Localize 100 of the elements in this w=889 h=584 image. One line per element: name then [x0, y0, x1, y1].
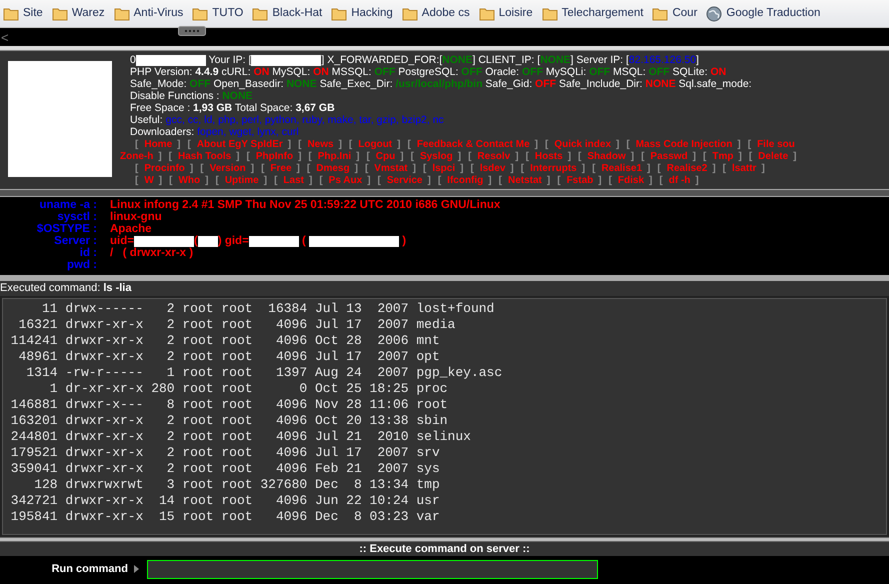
nav-link[interactable]: Quick index [554, 139, 612, 151]
nav-link[interactable]: Realise1 [601, 163, 642, 175]
nav-link[interactable]: lsattr [732, 163, 756, 175]
bookmark-item[interactable]: Warez [52, 4, 105, 22]
info-text: ] [696, 54, 699, 66]
nav-link[interactable]: Procinfo [144, 163, 185, 175]
nav-link[interactable]: Uptime [224, 175, 259, 187]
listing-line: 48961 drwxr-xr-x 2 root root 4096 Jul 17 2007 opt [18, 349, 441, 365]
nav-link[interactable]: Php.Ini [318, 151, 352, 163]
nav-link[interactable]: File sou [757, 139, 795, 151]
bookmark-item[interactable]: Adobe cs [402, 4, 470, 22]
nav-link[interactable]: Vmstat [374, 163, 408, 175]
nav-link[interactable]: Ifconfig [447, 175, 484, 187]
info-text: ] X_FORWARDED_FOR:[ [321, 54, 442, 66]
bookmark-item[interactable]: Loisire [478, 4, 533, 22]
nav-link[interactable]: Realise2 [666, 163, 708, 175]
nav-link[interactable]: Zone-h [120, 151, 154, 163]
nav-link[interactable]: Version [210, 163, 246, 175]
bookmark-item[interactable]: TUTO [192, 4, 244, 22]
bracket: [ [215, 175, 219, 187]
info-text: Safe_Gid: [484, 78, 534, 90]
bookmark-item[interactable]: Telechargement [542, 4, 644, 22]
nav-link[interactable]: W [144, 175, 154, 187]
nav-link[interactable]: Cpu [376, 151, 396, 163]
info-text: NONE [442, 54, 472, 66]
bracket: [ [168, 151, 172, 163]
bracket: ] [695, 175, 699, 187]
nav-link[interactable]: Hosts [534, 151, 563, 163]
info-text: uid= [110, 235, 134, 247]
info-text: MSSQL: [330, 66, 372, 78]
folder-icon [652, 6, 668, 20]
bracket: ] [236, 151, 240, 163]
bracket: [ [657, 163, 661, 175]
nav-link[interactable]: About EgY SpIdEr [196, 139, 283, 151]
bracket: [ [187, 139, 191, 151]
bracket: [ [306, 163, 310, 175]
listing-line: 146881 drwxr-x--- 8 root root 4096 Nov 28 11:06 root [10, 397, 449, 413]
nav-link[interactable]: Free [270, 163, 292, 175]
nav-link[interactable]: News [307, 139, 334, 151]
bracket: [ [135, 139, 138, 151]
nav-link[interactable]: Service [386, 175, 422, 187]
info-text: MSQL: [612, 66, 647, 78]
bookmark-item[interactable]: Google Traduction [706, 4, 820, 22]
system-label: id : [78, 247, 97, 259]
nav-link[interactable]: Delete [758, 151, 788, 163]
bracket: [ [135, 175, 138, 187]
nav-link[interactable]: PhpInfo [256, 151, 294, 163]
bracket: [ [557, 175, 561, 187]
bracket: [ [407, 139, 411, 151]
nav-link[interactable]: Interrupts [530, 163, 577, 175]
nav-link[interactable]: Logout [358, 139, 392, 151]
nav-link[interactable]: Fstab [566, 175, 594, 187]
folder-icon [52, 6, 68, 20]
nav-link[interactable]: Shadow [587, 151, 626, 163]
bookmark-item[interactable]: Black-Hat [252, 4, 322, 22]
folder-icon [252, 6, 268, 20]
scroll-left-arrow[interactable]: < [1, 30, 9, 44]
nav-link[interactable]: Syslog [420, 151, 453, 163]
info-text: Oracle: [484, 66, 520, 78]
info-text: Useful: [130, 114, 164, 126]
bracket: ] [630, 151, 634, 163]
info-text: cURL: [220, 66, 252, 78]
nav-link[interactable]: Tmp [712, 151, 734, 163]
bracket: [ [246, 151, 250, 163]
bracket: ] [356, 151, 360, 163]
bracket: [ [366, 151, 370, 163]
nav-link[interactable]: Fdisk [618, 175, 644, 187]
nav-link[interactable]: Ps Aux [328, 175, 362, 187]
nav-link[interactable]: Mass Code Injection [636, 139, 732, 151]
info-text: ON [313, 66, 329, 78]
bookmark-item[interactable]: Cour [652, 4, 698, 22]
info-text: 82.165.126.50 [628, 54, 696, 66]
command-input[interactable] [147, 560, 598, 578]
bookmark-item[interactable]: Hacking [331, 4, 393, 22]
info-text: /usr/local/php/bin [396, 78, 483, 90]
nav-link[interactable]: df -h [668, 175, 690, 187]
nav-link[interactable]: Feedback & Contact Me [416, 139, 530, 151]
nav-link[interactable]: Netstat [508, 175, 542, 187]
info-text: Sql.safe_mode: [678, 78, 752, 90]
info-text: ( [301, 235, 307, 247]
info-text: Safe_Mode: [130, 78, 188, 90]
nav-link[interactable]: Resolv [477, 151, 510, 163]
listing-line: 359041 drwxr-xr-x 2 root root 4096 Feb 21 2007 sys [10, 461, 441, 477]
nav-link[interactable]: Home [144, 139, 172, 151]
nav-link[interactable]: Dmesg [316, 163, 350, 175]
nav-link[interactable]: Hash Tools [178, 151, 232, 163]
bracket: [ [298, 139, 302, 151]
bracket: [ [544, 139, 548, 151]
info-text: 3,67 GB [296, 102, 335, 114]
nav-link[interactable]: Last [283, 175, 304, 187]
info-text: ] Server IP: [ [570, 54, 629, 66]
nav-link[interactable]: Passwd [650, 151, 688, 163]
bracket: ] [458, 151, 462, 163]
bookmark-item[interactable]: Site [3, 4, 43, 22]
nav-link[interactable]: lspci [432, 163, 456, 175]
folder-icon [402, 6, 418, 20]
info-text: Downloaders: [130, 126, 196, 138]
nav-link[interactable]: lsdev [480, 163, 506, 175]
bookmark-item[interactable]: Anti-Virus [114, 4, 184, 22]
nav-link[interactable]: Who [178, 175, 200, 187]
